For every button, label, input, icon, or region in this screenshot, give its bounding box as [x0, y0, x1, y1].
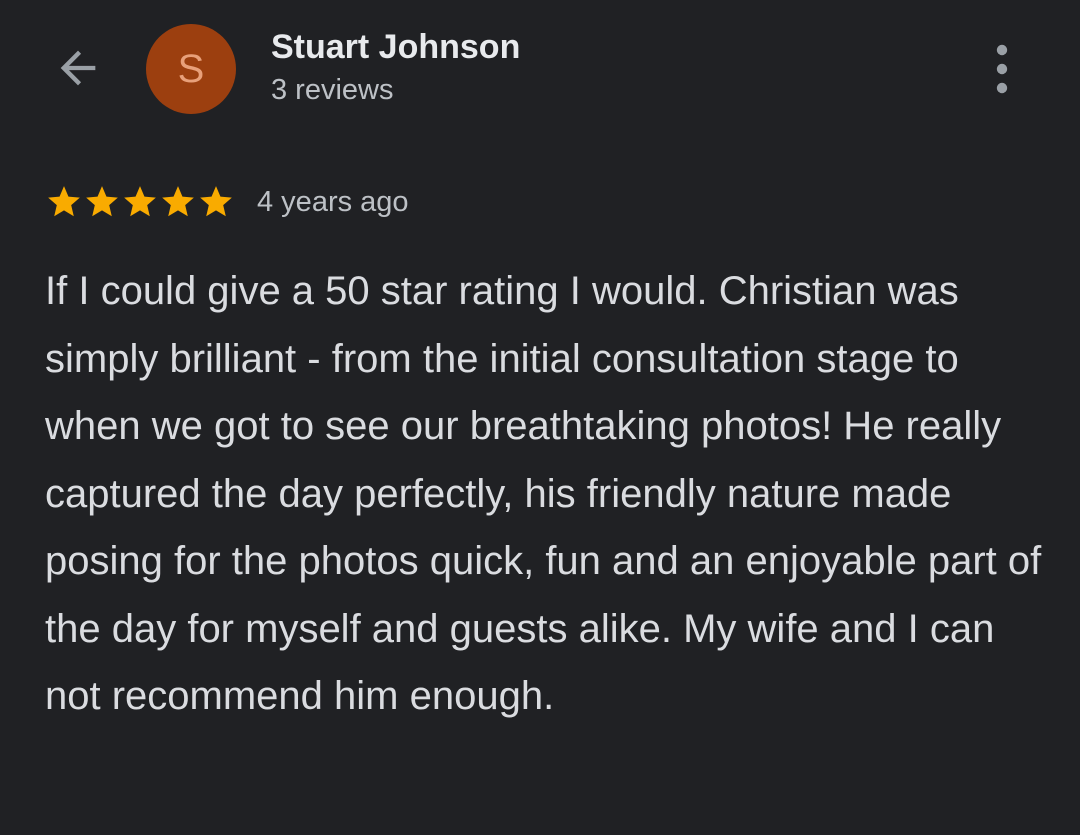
star-icon [162, 186, 194, 217]
more-options-button[interactable] [980, 38, 1024, 100]
back-button[interactable] [48, 38, 108, 98]
review-count: 3 reviews [271, 74, 394, 106]
more-vert-icon [996, 44, 1008, 94]
star-icon [48, 186, 80, 217]
arrow-back-icon [60, 50, 96, 86]
star-icon [86, 186, 118, 217]
star-icon [200, 186, 232, 217]
reviewer-header: S Stuart Johnson 3 reviews [0, 0, 1080, 150]
review-time: 4 years ago [257, 185, 409, 218]
review-text: If I could give a 50 star rating I would… [45, 269, 1042, 718]
star-icon [124, 186, 156, 217]
star-rating [45, 183, 235, 221]
avatar-letter: S [177, 47, 205, 91]
reviewer-name[interactable]: Stuart Johnson [271, 28, 520, 67]
avatar[interactable]: S [146, 24, 236, 114]
rating-row: 4 years ago [45, 180, 409, 224]
